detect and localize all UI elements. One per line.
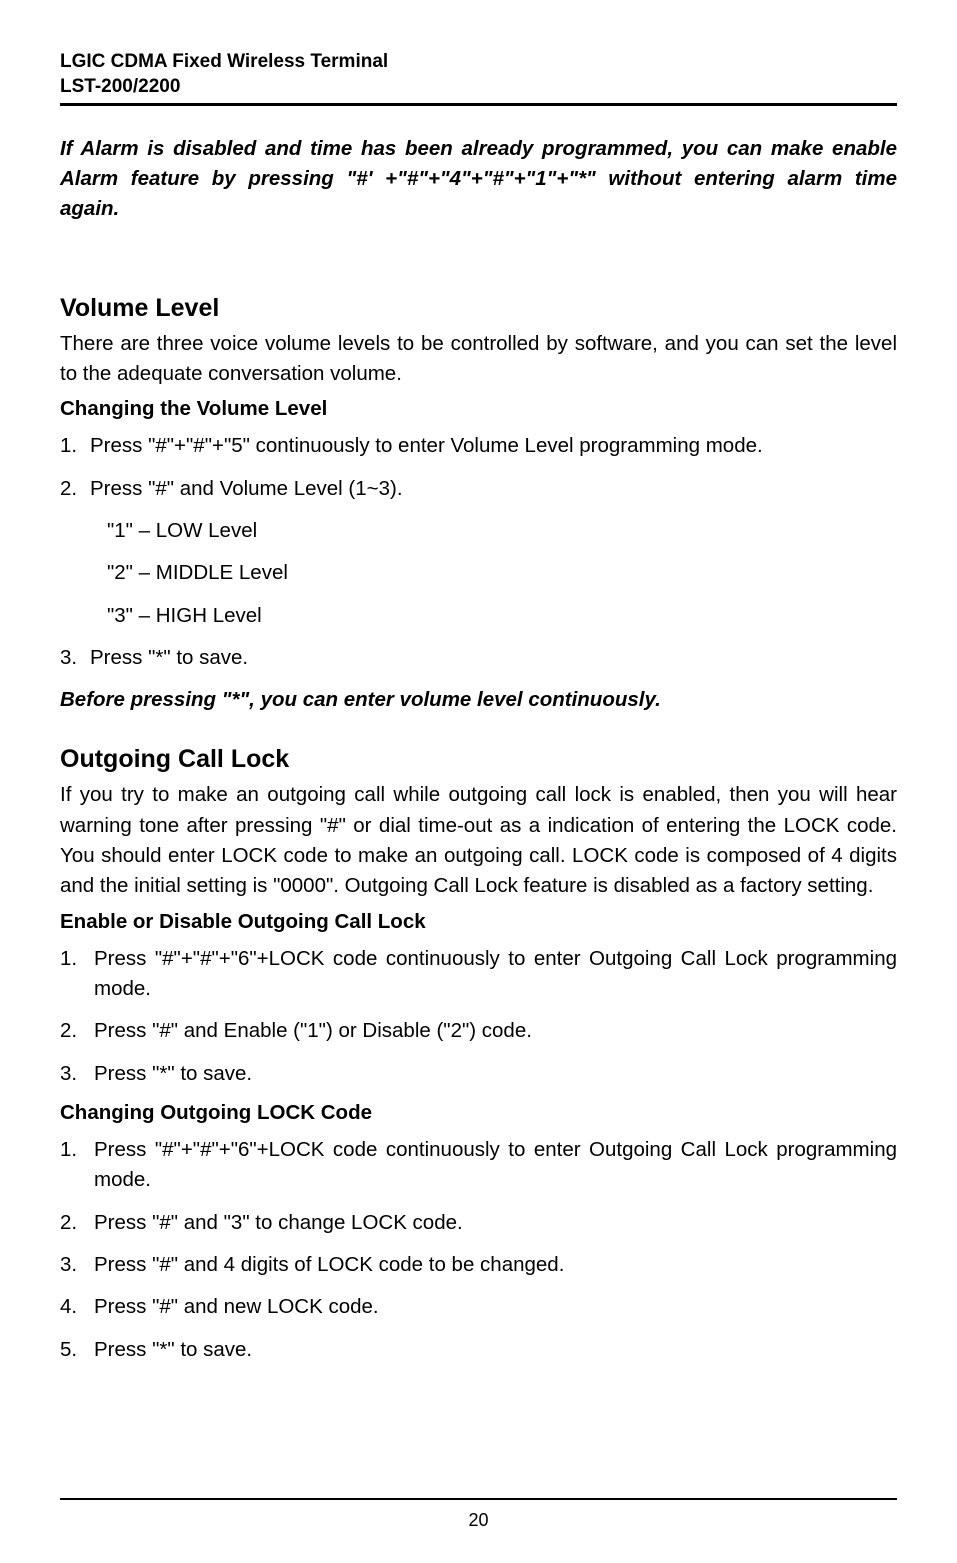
volume-option-low: "1" – LOW Level (60, 516, 897, 546)
list-text: Press "*" to save. (90, 646, 248, 669)
header-title-2: LST-200/2200 (60, 75, 897, 100)
volume-step-3: 3. Press "*" to save. (60, 643, 897, 673)
volume-option-middle: "2" – MIDDLE Level (60, 558, 897, 588)
list-text: Press "#" and Enable ("1") or Disable ("… (94, 1019, 532, 1042)
list-text: Press "#" and 4 digits of LOCK code to b… (94, 1253, 564, 1276)
list-number: 3. (60, 1250, 77, 1280)
lock-change-heading: Changing Outgoing LOCK Code (60, 1101, 897, 1125)
volume-changing-heading: Changing the Volume Level (60, 397, 897, 421)
list-text: Press "#" and new LOCK code. (94, 1295, 379, 1318)
list-number: 3. (60, 643, 77, 673)
list-number: 4. (60, 1292, 77, 1322)
lock-change-step-5: 5. Press "*" to save. (60, 1335, 897, 1365)
volume-step-1: 1. Press "#"+"#"+"5" continuously to ente… (60, 431, 897, 461)
page-header: LGIC CDMA Fixed Wireless Terminal LST-20… (60, 50, 897, 106)
list-number: 2. (60, 1208, 77, 1238)
list-number: 1. (60, 944, 77, 974)
list-number: 2. (60, 1016, 77, 1046)
header-title-1: LGIC CDMA Fixed Wireless Terminal (60, 50, 897, 75)
lock-change-step-3: 3. Press "#" and 4 digits of LOCK code to… (60, 1250, 897, 1280)
lock-intro: If you try to make an outgoing call whil… (60, 780, 897, 901)
list-number: 5. (60, 1335, 77, 1365)
list-text: Press "#" and "3" to change LOCK code. (94, 1211, 463, 1234)
list-number: 2. (60, 474, 77, 504)
lock-change-step-4: 4. Press "#" and new LOCK code. (60, 1292, 897, 1322)
volume-section-title: Volume Level (60, 294, 897, 323)
list-text: Press "*" to save. (94, 1062, 252, 1085)
volume-option-high: "3" – HIGH Level (60, 601, 897, 631)
list-text: Press "#"+"#"+"5" continuously to enter … (90, 434, 763, 457)
alarm-enable-note: If Alarm is disabled and time has been a… (60, 134, 897, 223)
volume-intro: There are three voice volume levels to b… (60, 329, 897, 390)
list-number: 3. (60, 1059, 77, 1089)
lock-change-step-2: 2. Press "#" and "3" to change LOCK code. (60, 1208, 897, 1238)
list-text: Press "#" and Volume Level (1~3). (90, 477, 403, 500)
volume-step-2: 2. Press "#" and Volume Level (1~3). (60, 474, 897, 504)
volume-note: Before pressing "*", you can enter volum… (60, 685, 897, 715)
lock-enable-step-2: 2. Press "#" and Enable ("1") or Disable … (60, 1016, 897, 1046)
lock-change-step-1: 1. Press "#"+"#"+"6"+LOCK code continuous… (60, 1135, 897, 1196)
lock-enable-step-3: 3. Press "*" to save. (60, 1059, 897, 1089)
lock-section-title: Outgoing Call Lock (60, 745, 897, 774)
list-text: Press "*" to save. (94, 1338, 252, 1361)
lock-enable-step-1: 1. Press "#"+"#"+"6"+LOCK code continuous… (60, 944, 897, 1005)
page-number: 20 (468, 1510, 488, 1530)
list-number: 1. (60, 431, 77, 461)
list-text: Press "#"+"#"+"6"+LOCK code continuously… (94, 1138, 897, 1191)
list-number: 1. (60, 1135, 77, 1165)
list-text: Press "#"+"#"+"6"+LOCK code continuously… (94, 947, 897, 1000)
lock-enable-heading: Enable or Disable Outgoing Call Lock (60, 910, 897, 934)
page-footer: 20 (60, 1498, 897, 1531)
